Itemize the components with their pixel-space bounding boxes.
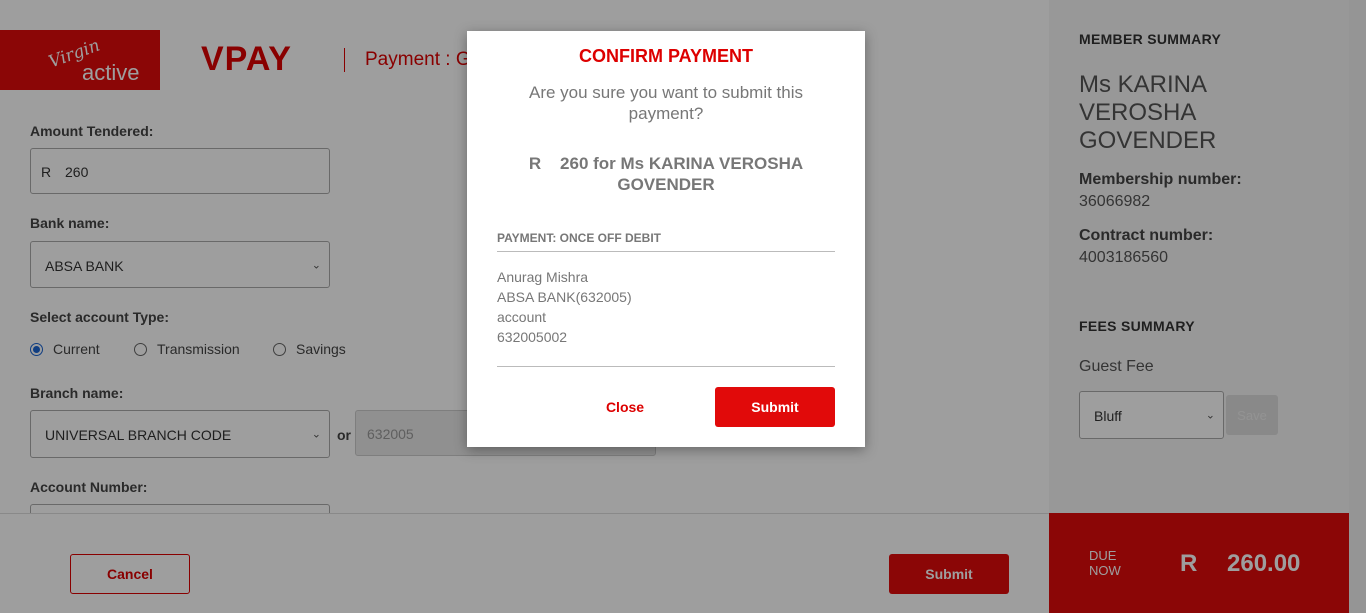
close-button[interactable]: Close <box>575 387 675 427</box>
dialog-title: CONFIRM PAYMENT <box>578 46 753 66</box>
payment-details: Anurag Mishra ABSA BANK(632005) account … <box>497 267 632 347</box>
account-holder: Anurag Mishra <box>497 269 589 285</box>
payment-type: PAYMENT: ONCE OFF DEBIT <box>497 231 835 252</box>
confirm-payment-dialog: CONFIRM PAYMENT Are you sure you want to… <box>467 31 865 447</box>
payment-page: Virgin active VPAY Payment : Guest Fee A… <box>0 0 1366 613</box>
account-number: 632005002 <box>497 329 568 345</box>
bank-line: ABSA BANK(632005) <box>497 289 632 305</box>
dialog-question: Are you sure you want to submit this pay… <box>528 83 804 123</box>
dialog-amount-line: R 260 for Ms KARINA VEROSHA GOVENDER <box>528 154 808 194</box>
account-type: account <box>497 309 547 325</box>
dialog-divider <box>497 366 835 367</box>
dialog-submit-button[interactable]: Submit <box>715 387 835 427</box>
